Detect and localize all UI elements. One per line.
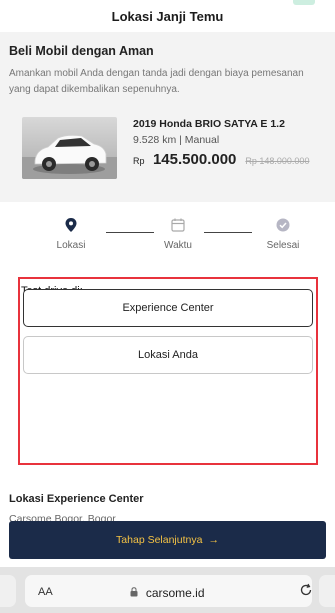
price-currency: Rp bbox=[133, 156, 145, 166]
location-pin-icon bbox=[65, 218, 77, 232]
option-experience-center[interactable]: Experience Center bbox=[23, 289, 313, 327]
booking-stepper: Lokasi Waktu Selesai bbox=[0, 218, 335, 258]
next-step-label: Tahap Selanjutnya bbox=[116, 534, 203, 546]
car-price-row: Rp 145.500.000 Rp 148.000.000 bbox=[133, 151, 309, 169]
step-label: Selesai bbox=[266, 240, 300, 251]
url-text: carsome.id bbox=[145, 586, 205, 600]
promo-description: Amankan mobil Anda dengan tanda jadi den… bbox=[9, 68, 304, 95]
calendar-icon bbox=[171, 218, 185, 232]
promo-heading: Beli Mobil dengan Aman bbox=[9, 44, 154, 58]
step-done: Selesai bbox=[253, 218, 313, 253]
car-name: 2019 Honda BRIO SATYA E 1.2 bbox=[133, 118, 285, 130]
reload-icon[interactable] bbox=[299, 583, 313, 600]
step-location: Lokasi bbox=[41, 218, 101, 253]
location-title: Lokasi Experience Center bbox=[9, 493, 144, 505]
car-thumbnail bbox=[22, 117, 117, 179]
page-title: Lokasi Janji Temu bbox=[111, 9, 224, 24]
price-original: Rp 148.000.000 bbox=[245, 156, 310, 166]
top-bar: Lokasi Janji Temu bbox=[0, 0, 335, 32]
price-current: 145.500.000 bbox=[152, 151, 237, 168]
step-connector bbox=[204, 232, 252, 233]
step-label: Lokasi bbox=[56, 240, 86, 251]
next-step-button[interactable]: Tahap Selanjutnya → bbox=[9, 521, 326, 559]
top-accent-shape bbox=[293, 0, 315, 5]
url-display[interactable]: carsome.id bbox=[0, 586, 335, 600]
step-connector bbox=[106, 232, 154, 233]
step-time: Waktu bbox=[148, 218, 208, 253]
car-price: Rp 145.500.000 bbox=[133, 151, 236, 169]
arrow-right-icon: → bbox=[208, 534, 219, 546]
option-your-location[interactable]: Lokasi Anda bbox=[23, 336, 313, 374]
car-mileage-transmission: 9.528 km | Manual bbox=[133, 134, 220, 146]
step-label: Waktu bbox=[164, 240, 192, 251]
check-circle-icon bbox=[276, 218, 290, 232]
lock-icon bbox=[130, 587, 138, 600]
car-icon bbox=[33, 134, 107, 174]
